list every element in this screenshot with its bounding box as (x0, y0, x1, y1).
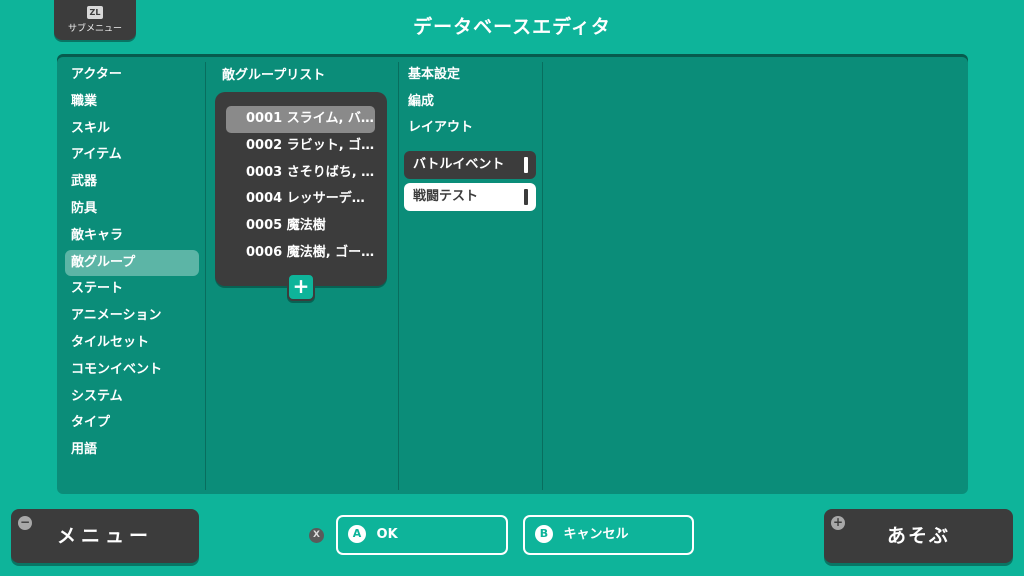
toggle-handle-icon (524, 157, 528, 174)
category-item[interactable]: スキル (65, 116, 199, 143)
settings-column: 基本設定 編成 レイアウト バトルイベント 戦闘テスト (404, 62, 536, 212)
group-list-item[interactable]: 0006 魔法樹, ゴー… (226, 240, 375, 267)
minus-icon: − (18, 515, 32, 530)
page-title: データベースエディタ (413, 16, 611, 38)
toggle-handle-icon (524, 189, 528, 206)
x-button-icon: X (309, 528, 324, 543)
category-item[interactable]: タイルセット (65, 330, 199, 357)
play-button[interactable]: + あそぶ (824, 509, 1013, 563)
category-item[interactable]: 職業 (65, 89, 199, 116)
enemy-group-list: 0001 スライム, バ… 0002 ラビット, ゴ… 0003 さそりばち, … 0… (215, 92, 387, 286)
group-list-item[interactable]: 0001 スライム, バ… (226, 106, 375, 133)
category-item[interactable]: 敵キャラ (65, 223, 199, 250)
menu-button[interactable]: − メニュー (11, 509, 199, 563)
category-item[interactable]: アニメーション (65, 303, 199, 330)
settings-item[interactable]: レイアウト (404, 115, 536, 142)
cancel-button-label: キャンセル (563, 527, 629, 542)
category-item[interactable]: 防具 (65, 196, 199, 223)
category-item[interactable]: システム (65, 384, 199, 411)
battle-event-button[interactable]: バトルイベント (404, 151, 536, 180)
column-divider (205, 62, 206, 490)
ok-button-label: OK (376, 527, 398, 542)
ok-button[interactable]: A OK (336, 515, 508, 555)
group-list-item[interactable]: 0004 レッサーデ… (226, 186, 375, 213)
category-item[interactable]: 敵グループ (65, 249, 199, 277)
category-item[interactable]: コモンイベント (65, 357, 199, 384)
category-item[interactable]: 用語 (65, 437, 199, 464)
menu-button-label: メニュー (56, 525, 153, 547)
plus-icon: + (831, 515, 845, 530)
b-button-icon: B (535, 524, 553, 543)
category-item[interactable]: タイプ (65, 410, 199, 437)
main-panel: アクター 職業 スキル アイテム 武器 防具 敵キャラ 敵グループ ステート アニメーション タイル… (57, 54, 968, 494)
battle-test-label: 戦闘テスト (413, 189, 479, 205)
column-divider (542, 62, 543, 490)
category-item[interactable]: アイテム (65, 142, 199, 169)
battle-event-label: バトルイベント (413, 157, 505, 173)
category-item[interactable]: ステート (65, 276, 199, 303)
settings-item[interactable]: 基本設定 (404, 62, 536, 89)
settings-item[interactable]: 編成 (404, 89, 536, 116)
group-list-item[interactable]: 0003 さそりばち, … (226, 160, 375, 187)
category-item[interactable]: アクター (65, 62, 199, 89)
category-list: アクター 職業 スキル アイテム 武器 防具 敵キャラ 敵グループ ステート アニメーション タイル… (65, 62, 199, 464)
column-divider (398, 62, 399, 490)
category-item[interactable]: 武器 (65, 169, 199, 196)
group-list-item[interactable]: 0002 ラビット, ゴ… (226, 133, 375, 160)
cancel-button[interactable]: B キャンセル (523, 515, 694, 555)
add-group-button[interactable]: + (287, 273, 315, 301)
group-list-heading: 敵グループリスト (222, 68, 326, 83)
a-button-icon: A (348, 524, 366, 543)
battle-test-button[interactable]: 戦闘テスト (404, 183, 536, 212)
play-button-label: あそぶ (886, 525, 950, 547)
group-list-item[interactable]: 0005 魔法樹 (226, 213, 375, 240)
